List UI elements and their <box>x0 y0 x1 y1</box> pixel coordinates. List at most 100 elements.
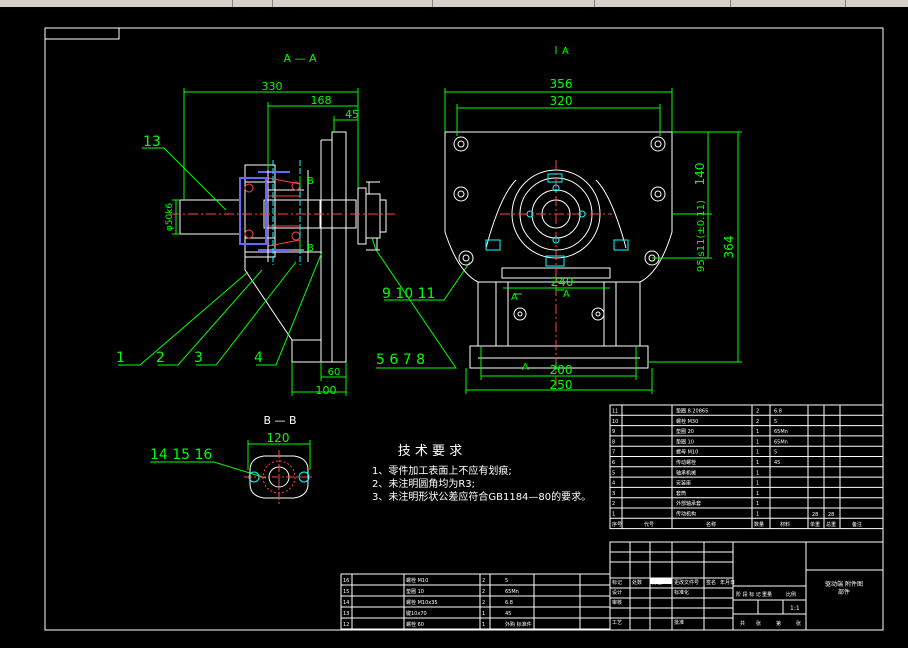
dim-140: 140 <box>693 163 707 186</box>
parts-right-material: 5 <box>774 450 777 456</box>
drawing-code-box <box>44 27 120 40</box>
section-a-mid-right-label: A <box>563 289 570 300</box>
title-sign: 签名 <box>706 579 716 586</box>
tech-line-2: 2、未注明圆角均为R3; <box>372 477 475 490</box>
section-b-bottom-label: B <box>307 243 314 254</box>
dim-60: 60 <box>328 367 341 378</box>
parts-right-name: 垫圈 10 <box>676 438 694 445</box>
parts-right-material: 5 <box>774 419 777 425</box>
parts-right-qty: 2 <box>756 419 759 425</box>
dim-364: 364 <box>722 236 736 259</box>
parts-right-no: 2 <box>612 501 615 507</box>
title-sub: 部件 <box>838 588 850 596</box>
sheet-c: 第 <box>776 620 781 627</box>
title-scale: 1:1 <box>790 605 800 612</box>
parts-left-name: 螺栓 M10x35 <box>406 599 438 606</box>
dim-168: 168 <box>311 94 332 107</box>
parts-right-name: 外部轴承套 <box>676 500 701 507</box>
parts-right-qty: 1 <box>756 450 759 456</box>
parts-left-no: 16 <box>343 578 349 584</box>
title-craft: 工艺 <box>612 620 622 626</box>
dim-356: 356 <box>550 77 573 91</box>
section-a-top-label: A <box>562 46 569 57</box>
title-design: 设计 <box>612 589 622 596</box>
parts-right-qty: 1 <box>756 470 759 476</box>
parts-left-no: 14 <box>343 600 349 606</box>
parts-right-name: 传动机构 <box>676 511 696 518</box>
parts-left-name: 垫圈 10 <box>406 588 424 595</box>
parts-left-qty: 1 <box>482 622 485 628</box>
parts-right-header: 材料 <box>780 521 790 528</box>
parts-left-name: 键10x70 <box>406 610 427 617</box>
title-ratio: 比例 <box>786 591 796 598</box>
parts-right-no: 1 <box>612 512 615 518</box>
parts-right-qty: 1 <box>756 481 759 487</box>
parts-right-no: 7 <box>612 450 615 456</box>
parts-right-header: 备注 <box>852 521 862 528</box>
bearing-assembly <box>239 160 301 265</box>
balloon-13: 13 <box>143 134 161 150</box>
parts-left-no: 12 <box>343 622 349 628</box>
title-date: 年月日 <box>720 579 735 586</box>
parts-left-material: 5 <box>505 578 508 584</box>
parts-right-no: 8 <box>612 439 615 445</box>
balloon-2: 2 <box>156 350 165 366</box>
tech-line-1: 1、零件加工表面上不应有划痕; <box>372 464 512 477</box>
parts-right-weight: 28 <box>828 512 834 518</box>
parts-right-name: 螺栓 M30 <box>676 418 698 425</box>
sheet-border <box>44 27 884 631</box>
drawing-canvas[interactable]: A — A 330 168 45 60 100 φ50k6 B B 13 1 2… <box>0 0 908 648</box>
section-aa-title: A — A <box>283 52 317 65</box>
balloon-14-16: 14 15 16 <box>150 447 212 463</box>
section-b-top-label: B <box>307 176 314 187</box>
parts-left-name: 螺栓 M10 <box>406 577 428 584</box>
balloon-9-11: 9 10 11 <box>382 286 435 302</box>
parts-right-header: 总重 <box>826 521 836 528</box>
parts-list-left: 16 螺栓 M10 2 5 15 垫圈 10 2 65Mn 14 螺栓 M10x35 2 6.8 13 键… <box>340 573 611 630</box>
balloon-1: 1 <box>116 350 125 366</box>
parts-left-no: 15 <box>343 589 349 595</box>
parts-right-no: 3 <box>612 491 615 497</box>
parts-right-header: 代号 <box>644 521 654 528</box>
parts-right-header: 数量 <box>754 521 764 528</box>
parts-right-name: 轴承机械 <box>676 469 696 476</box>
parts-right-header: 名称 <box>706 521 716 528</box>
sheet-a: 共 <box>740 620 745 627</box>
dim-320: 320 <box>550 94 573 108</box>
title-zone: 分区 <box>652 579 662 586</box>
title-check: 审核 <box>612 599 622 606</box>
parts-right-no: 4 <box>612 481 615 487</box>
section-bb-view: B — B 120 <box>244 414 314 504</box>
title-approve: 批准 <box>674 619 684 626</box>
parts-right-no: 10 <box>612 419 618 425</box>
parts-right-no: 9 <box>612 429 615 435</box>
parts-left-material: 外购 标准件 <box>505 621 532 628</box>
parts-left-name: 螺栓 60 <box>406 621 424 628</box>
title-weight: 重量 <box>762 591 772 598</box>
parts-right-material: 45 <box>774 460 780 466</box>
tech-heading: 技 术 要 求 <box>398 444 462 459</box>
section-a-bottom-label: A <box>522 362 529 373</box>
parts-right-no: 5 <box>612 470 615 476</box>
dim-100: 100 <box>316 384 337 397</box>
front-view: 356 320 240 200 250 364 140 95js11(±0.11… <box>444 46 742 394</box>
title-doc: 更改文件号 <box>674 579 699 586</box>
dim-120: 120 <box>267 431 290 445</box>
dim-240: 240 <box>551 275 574 289</box>
title-count: 处数 <box>632 579 642 586</box>
parts-right-qty: 1 <box>756 429 759 435</box>
parts-right-name: 垫圈 20 <box>676 428 694 435</box>
parts-right-name: 传动螺栓 <box>676 459 696 466</box>
section-aa-view: A — A 330 168 45 60 100 φ50k6 B B <box>165 52 395 397</box>
parts-left-qty: 2 <box>482 578 485 584</box>
sheet-b: 张 <box>756 620 761 627</box>
sheet-d: 张 <box>796 620 801 627</box>
parts-list-right: 11 垫圈 8.20865 2 6.810 螺栓 M30 2 59 垫圈 20 1 65Mn8 垫圈… <box>609 404 884 530</box>
parts-right-name: 垫圈 8.20865 <box>676 408 708 415</box>
parts-right-no: 6 <box>612 460 615 466</box>
dim-250: 250 <box>550 378 573 392</box>
title-main: 驱动端 附件图 <box>825 580 863 588</box>
technical-requirements: 技 术 要 求 1、零件加工表面上不应有划痕; 2、未注明圆角均为R3; 3、未… <box>372 444 591 503</box>
tech-line-3: 3、未注明形状公差应符合GB1184—80的要求。 <box>372 490 591 503</box>
parts-right-qty: 1 <box>756 460 759 466</box>
